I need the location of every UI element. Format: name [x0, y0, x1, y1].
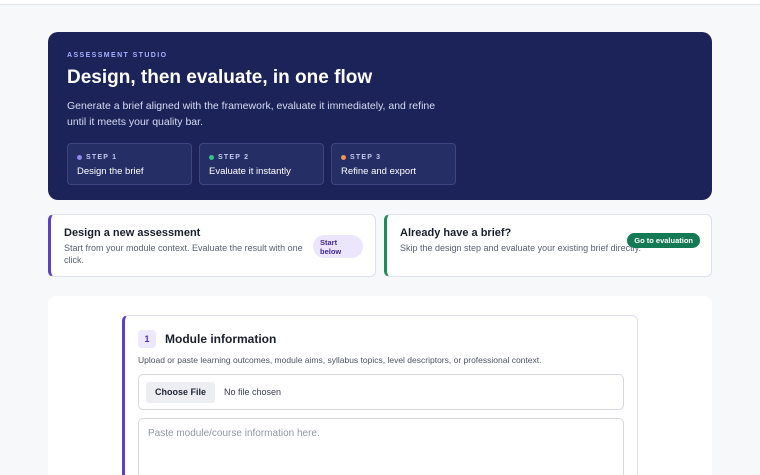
step-2-dot-icon [209, 155, 214, 160]
hero-subtitle: Generate a brief aligned with the framew… [67, 100, 436, 128]
step-card-2: STEP 2 Evaluate it instantly [199, 143, 324, 185]
step-1-tag: STEP 1 [86, 154, 118, 161]
step-1-dot-icon [77, 155, 82, 160]
step-2-tag: STEP 2 [218, 154, 250, 161]
existing-brief-card: Already have a brief? Skip the design st… [384, 214, 712, 277]
section-number-badge: 1 [138, 330, 156, 348]
top-bar [0, 0, 760, 5]
step-card-1: STEP 1 Design the brief [67, 143, 192, 185]
step-2-label: Evaluate it instantly [209, 166, 291, 177]
hero-banner: ASSESSMENT STUDIO Design, then evaluate,… [48, 32, 712, 200]
step-3-tag: STEP 3 [350, 154, 382, 161]
choose-file-button[interactable]: Choose File [146, 381, 216, 403]
section-description: Upload or paste learning outcomes, modul… [138, 355, 542, 365]
section-title: Module information [165, 332, 277, 346]
existing-brief-desc: Skip the design step and evaluate your e… [400, 243, 641, 253]
main-panel: 1 Module information Upload or paste lea… [48, 296, 712, 475]
new-assessment-card[interactable]: Design a new assessment Start from your … [48, 214, 376, 277]
steps-list: STEP 1 Design the brief STEP 2 Evaluate … [67, 143, 693, 185]
step-1-label: Design the brief [77, 166, 144, 177]
new-assessment-desc: Start from your module context. Evaluate… [64, 243, 303, 265]
step-card-3: STEP 3 Refine and export [331, 143, 456, 185]
file-upload-field[interactable]: Choose File No file chosen [138, 374, 624, 410]
step-3-dot-icon [341, 155, 346, 160]
hero-eyebrow: ASSESSMENT STUDIO [67, 52, 168, 59]
start-below-badge: Start below [313, 235, 363, 258]
page-title: Design, then evaluate, in one flow [67, 67, 373, 88]
file-status: No file chosen [224, 387, 282, 397]
module-info-textarea[interactable] [138, 418, 624, 475]
go-to-evaluation-button[interactable]: Go to evaluation [627, 233, 700, 248]
step-3-label: Refine and export [341, 166, 416, 177]
module-information-section: 1 Module information Upload or paste lea… [122, 315, 638, 475]
